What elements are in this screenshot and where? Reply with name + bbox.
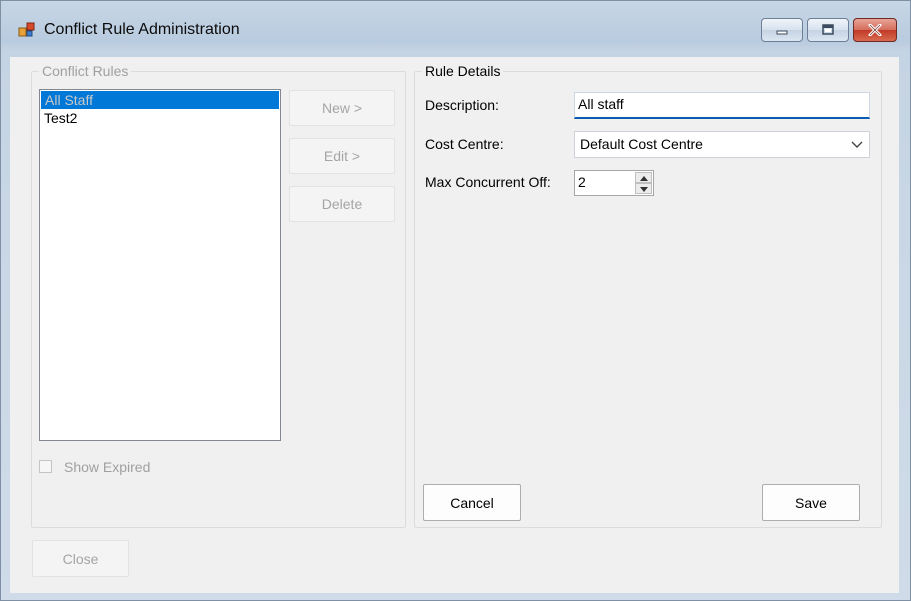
app-icon bbox=[18, 21, 36, 39]
new-button[interactable]: New > bbox=[289, 90, 395, 126]
delete-button[interactable]: Delete bbox=[289, 186, 395, 222]
minimize-button[interactable] bbox=[761, 18, 803, 42]
conflict-rules-group: Conflict Rules All Staff Test2 New > Edi… bbox=[31, 63, 406, 528]
window-title: Conflict Rule Administration bbox=[44, 21, 240, 38]
save-button[interactable]: Save bbox=[762, 484, 860, 521]
rule-details-legend: Rule Details bbox=[422, 63, 504, 80]
conflict-rules-list[interactable]: All Staff Test2 bbox=[39, 89, 281, 441]
list-item-test2[interactable]: Test2 bbox=[40, 109, 280, 127]
description-field[interactable]: All staff bbox=[574, 92, 870, 119]
minimize-icon bbox=[776, 30, 788, 35]
stepper-buttons bbox=[635, 172, 652, 194]
cancel-button[interactable]: Cancel bbox=[423, 484, 521, 521]
rule-details-group: Rule Details Description: All staff Cost… bbox=[414, 63, 882, 528]
close-window-button[interactable] bbox=[853, 18, 897, 42]
conflict-rules-legend: Conflict Rules bbox=[39, 63, 132, 80]
cost-centre-label: Cost Centre: bbox=[425, 136, 504, 152]
max-concurrent-off-label: Max Concurrent Off: bbox=[425, 174, 551, 190]
close-button[interactable]: Close bbox=[32, 540, 129, 577]
maximize-icon bbox=[822, 24, 834, 35]
dialog-body: Conflict Rules All Staff Test2 New > Edi… bbox=[10, 57, 899, 593]
close-icon bbox=[868, 24, 882, 36]
maximize-button[interactable] bbox=[807, 18, 849, 42]
arrow-down-icon bbox=[640, 187, 648, 192]
edit-button[interactable]: Edit > bbox=[289, 138, 395, 174]
cost-centre-value: Default Cost Centre bbox=[580, 136, 703, 152]
description-label: Description: bbox=[425, 97, 499, 113]
max-concurrent-off-value: 2 bbox=[578, 174, 586, 190]
window: Conflict Rule Administration Conflict Ru… bbox=[0, 0, 911, 601]
list-item-all-staff[interactable]: All Staff bbox=[41, 91, 279, 109]
title-bar[interactable]: Conflict Rule Administration bbox=[1, 1, 910, 57]
arrow-up-icon bbox=[640, 176, 648, 181]
stepper-down-button[interactable] bbox=[635, 183, 652, 194]
stepper-up-button[interactable] bbox=[635, 172, 652, 183]
max-concurrent-off-stepper[interactable]: 2 bbox=[574, 170, 654, 196]
show-expired-label: Show Expired bbox=[64, 459, 151, 475]
show-expired-checkbox[interactable] bbox=[39, 460, 52, 473]
cost-centre-dropdown[interactable]: Default Cost Centre bbox=[574, 131, 870, 158]
chevron-down-icon bbox=[851, 141, 863, 148]
